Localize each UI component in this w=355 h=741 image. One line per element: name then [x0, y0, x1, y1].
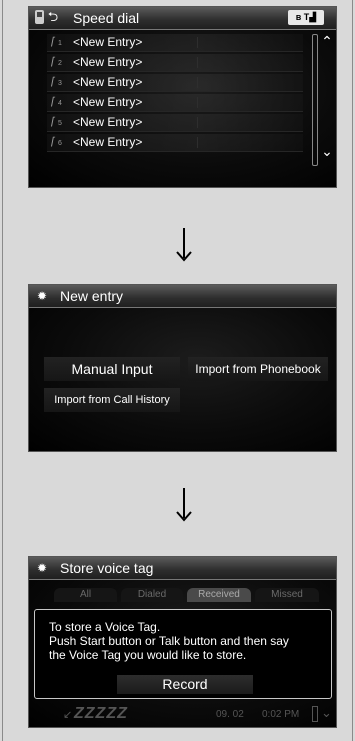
gear-icon: ✹ — [37, 561, 48, 575]
scroll-up-icon[interactable]: ⌃ — [321, 33, 333, 50]
import-from-call-history-button[interactable]: Import from Call History — [44, 388, 180, 412]
call-history-row[interactable]: ↙ ZZZZZ 09. 02 0:02 PM ⌄ — [29, 704, 336, 726]
received-call-icon: ↙ — [63, 709, 73, 721]
dialog-message-line: To store a Voice Tag. — [49, 620, 161, 634]
manual-input-button[interactable]: Manual Input — [44, 357, 180, 381]
page-title: Speed dial — [73, 10, 140, 26]
scrollbar[interactable] — [312, 34, 318, 166]
scroll-down-icon[interactable]: ⌄ — [321, 143, 333, 160]
entry-number: 4 — [58, 100, 62, 107]
row-divider — [197, 57, 198, 68]
entry-number: 3 — [58, 80, 62, 87]
tab-all[interactable]: All — [54, 588, 117, 602]
entry-label: <New Entry> — [73, 75, 143, 89]
speed-dial-screen: ⮌ Speed dial ʙ T▟ ⌈ 1 <New Entry> ⌈ 2 <New En… — [28, 6, 337, 188]
handset-icon: ⌈ — [51, 56, 56, 68]
entry-label: <New Entry> — [73, 55, 143, 69]
handset-icon: ⌈ — [51, 36, 56, 48]
speed-dial-entry[interactable]: ⌈ 6 <New Entry> — [47, 134, 303, 152]
flow-arrow-icon — [176, 488, 192, 522]
row-divider — [197, 97, 198, 108]
entry-label: <New Entry> — [73, 135, 143, 149]
new-entry-screen: ✹ New entry Manual Input Import from Pho… — [28, 284, 337, 452]
row-divider — [197, 137, 198, 148]
speed-dial-entry[interactable]: ⌈ 5 <New Entry> — [47, 114, 303, 132]
entry-label: <New Entry> — [73, 35, 143, 49]
dialog-message-line: Push Start button or Talk button and the… — [49, 634, 289, 648]
record-button[interactable]: Record — [117, 675, 253, 694]
scrollbar[interactable] — [312, 706, 318, 722]
store-voice-tag-screen: ✹ Store voice tag All Dialed Received Mi… — [28, 556, 337, 728]
handset-icon: ⌈ — [51, 96, 56, 108]
call-date: 09. 02 — [216, 709, 244, 720]
speed-dial-entry[interactable]: ⌈ 1 <New Entry> — [47, 34, 303, 52]
entry-number: 5 — [58, 120, 62, 127]
entry-number: 1 — [58, 40, 62, 47]
tab-received[interactable]: Received — [187, 588, 251, 602]
contact-name: ZZZZZ — [74, 705, 128, 722]
back-icon[interactable]: ⮌ — [46, 9, 60, 24]
page-frame: ⮌ Speed dial ʙ T▟ ⌈ 1 <New Entry> ⌈ 2 <New En… — [2, 0, 353, 741]
handset-icon: ⌈ — [51, 116, 56, 128]
gear-icon: ✹ — [37, 289, 48, 303]
entry-number: 2 — [58, 60, 62, 67]
entry-label: <New Entry> — [73, 95, 143, 109]
bluetooth-signal-status: ʙ T▟ — [288, 10, 324, 25]
speed-dial-entry[interactable]: ⌈ 4 <New Entry> — [47, 94, 303, 112]
entry-number: 6 — [58, 140, 62, 147]
entry-label: <New Entry> — [73, 115, 143, 129]
row-divider — [197, 117, 198, 128]
row-divider — [197, 77, 198, 88]
dialog-message-line: the Voice Tag you would like to store. — [49, 648, 247, 662]
voice-tag-dialog: To store a Voice Tag. Push Start button … — [34, 609, 332, 699]
speed-dial-entry[interactable]: ⌈ 2 <New Entry> — [47, 54, 303, 72]
new-entry-titlebar: ✹ New entry — [29, 285, 336, 308]
handset-icon: ⌈ — [51, 76, 56, 88]
dialog-message: To store a Voice Tag. Push Start button … — [49, 620, 329, 662]
tab-dialed[interactable]: Dialed — [121, 588, 183, 602]
speed-dial-entry[interactable]: ⌈ 3 <New Entry> — [47, 74, 303, 92]
page-title: New entry — [60, 288, 124, 304]
import-from-phonebook-button[interactable]: Import from Phonebook — [188, 357, 328, 381]
store-voice-tag-titlebar: ✹ Store voice tag — [29, 557, 336, 580]
flow-arrow-icon — [176, 228, 192, 262]
speed-dial-titlebar: ⮌ Speed dial ʙ T▟ — [29, 7, 336, 30]
scroll-down-icon[interactable]: ⌄ — [321, 705, 332, 721]
tab-missed[interactable]: Missed — [255, 588, 319, 602]
row-divider — [197, 37, 198, 48]
call-time: 0:02 PM — [262, 709, 300, 720]
phone-icon — [35, 10, 44, 24]
handset-icon: ⌈ — [51, 136, 56, 148]
page-title: Store voice tag — [60, 560, 154, 576]
